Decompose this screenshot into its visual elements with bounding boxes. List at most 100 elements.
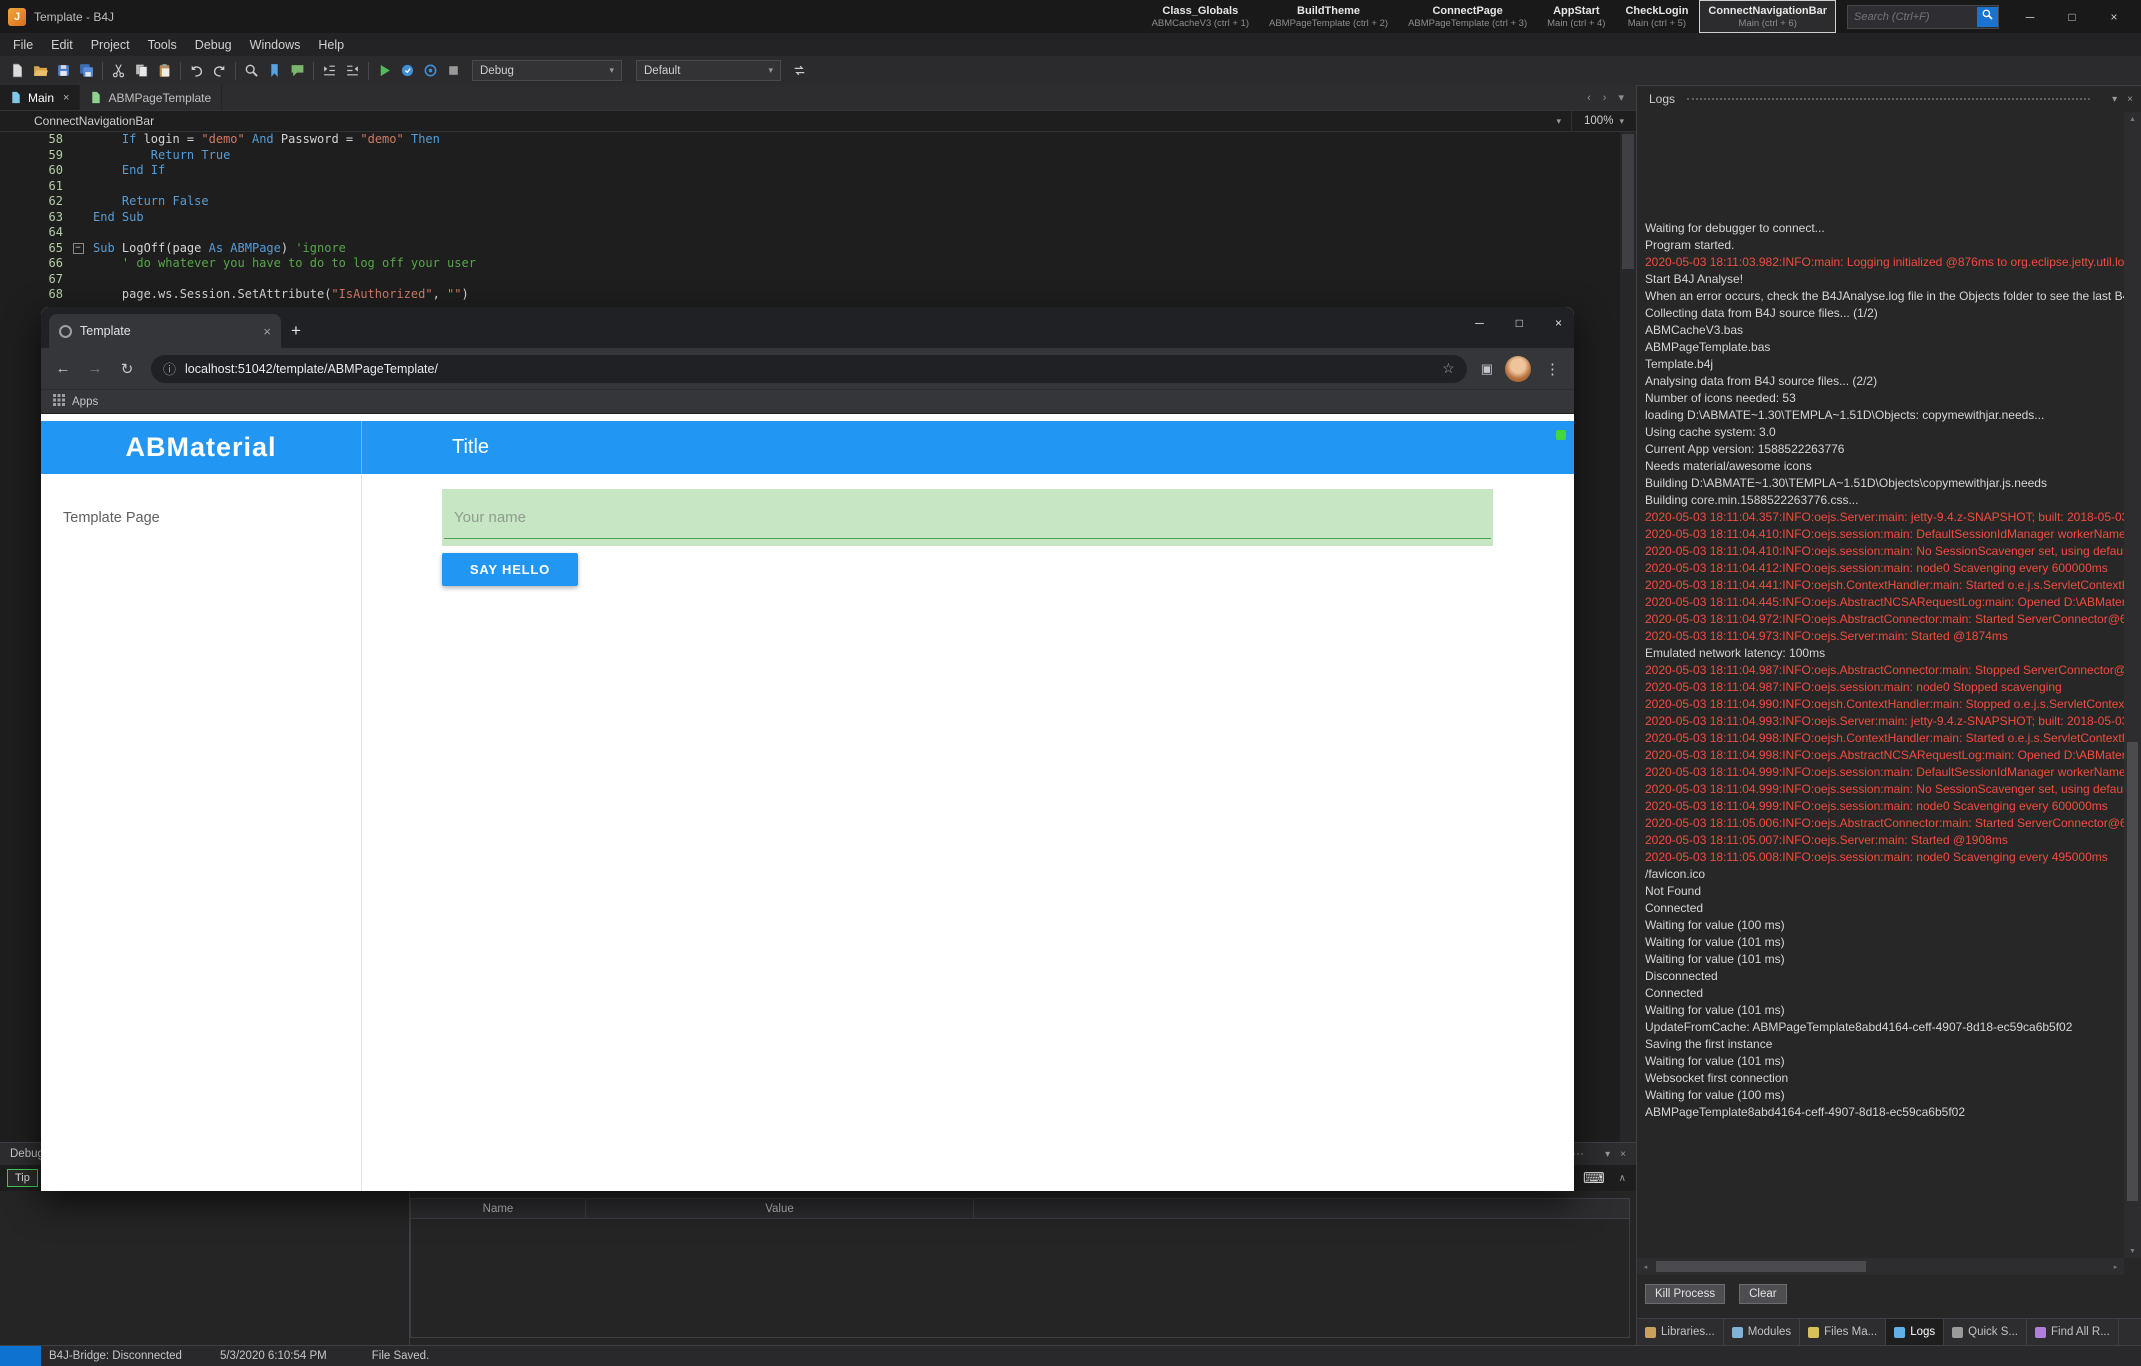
code-text[interactable]: ' do whatever you have to do to log off … [93, 256, 476, 272]
close-tab-icon[interactable]: × [263, 324, 271, 339]
quick-tab-appstart[interactable]: AppStartMain (ctrl + 4) [1538, 0, 1614, 33]
editor-tab-main[interactable]: Main× [0, 85, 80, 110]
search-input[interactable] [1848, 11, 1977, 23]
close-icon[interactable]: × [2093, 10, 2135, 24]
back-icon[interactable]: ← [49, 360, 77, 377]
watch-column-name[interactable]: Name [411, 1199, 586, 1218]
watch-column-value[interactable]: Value [586, 1199, 974, 1218]
panel-tab-quicks[interactable]: Quick S... [1944, 1319, 2027, 1345]
tab-list-icon[interactable]: ▾ [1618, 91, 1624, 104]
stop-icon[interactable] [442, 59, 465, 82]
chevron-up-icon[interactable]: ∧ [1619, 1173, 1626, 1184]
chevron-down-icon[interactable]: ▾ [1605, 1149, 1610, 1160]
undo-icon[interactable] [185, 59, 208, 82]
new-file-icon[interactable] [6, 59, 29, 82]
panel-tab-findallr[interactable]: Find All R... [2027, 1319, 2119, 1345]
scroll-up-icon[interactable]: ▲ [2124, 112, 2141, 126]
site-info-icon[interactable]: ⓘ [163, 359, 176, 378]
logs-output[interactable]: Waiting for debugger to connect...Progra… [1637, 112, 2124, 1258]
code-text[interactable]: Return True [93, 148, 230, 164]
chevron-down-icon[interactable]: ▾ [2112, 94, 2117, 105]
logs-hscroll-thumb[interactable] [1656, 1261, 1866, 1272]
close-icon[interactable]: × [1620, 1149, 1626, 1160]
maximize-icon[interactable]: □ [1516, 316, 1523, 330]
menu-help[interactable]: Help [309, 38, 353, 52]
apps-label[interactable]: Apps [72, 396, 98, 408]
browser-action-icon[interactable]: ▣ [1477, 361, 1497, 377]
forward-icon[interactable]: → [81, 360, 109, 377]
panel-tab-filesma[interactable]: Files Ma... [1800, 1319, 1886, 1345]
code-text[interactable]: page.ws.Session.SetAttribute("IsAuthoriz… [93, 287, 469, 303]
close-tab-icon[interactable]: × [63, 92, 69, 104]
menu-tools[interactable]: Tools [139, 38, 186, 52]
tab-scroll-left-icon[interactable]: ‹ [1587, 92, 1591, 104]
quick-tab-connectpage[interactable]: ConnectPageABMPageTemplate (ctrl + 3) [1399, 0, 1536, 33]
copy-icon[interactable] [130, 59, 153, 82]
comment-icon[interactable] [286, 59, 309, 82]
code-area[interactable]: 58 If login = "demo" And Password = "dem… [0, 132, 1616, 303]
url-text[interactable]: localhost:51042/template/ABMPageTemplate… [185, 362, 438, 376]
bookmark-star-icon[interactable]: ☆ [1442, 360, 1455, 377]
editor-scrollbar[interactable] [1620, 132, 1636, 1142]
rapid-debug-icon[interactable] [396, 59, 419, 82]
sync-icon[interactable] [788, 59, 811, 82]
menu-file[interactable]: File [4, 38, 42, 52]
compile-icon[interactable] [419, 59, 442, 82]
menu-project[interactable]: Project [82, 38, 139, 52]
logs-horizontal-scrollbar[interactable]: ◂ ▸ [1637, 1258, 2124, 1275]
logs-vscroll-thumb[interactable] [2127, 742, 2138, 1200]
site-logo[interactable]: ABMaterial [41, 421, 362, 474]
code-text[interactable]: Return False [93, 194, 209, 210]
new-tab-button[interactable]: + [281, 316, 311, 346]
tip-button[interactable]: Tip [7, 1169, 38, 1187]
search-button[interactable] [1977, 7, 1998, 27]
code-text[interactable]: If login = "demo" And Password = "demo" … [93, 132, 440, 148]
address-bar[interactable]: ⓘ localhost:51042/template/ABMPageTempla… [151, 355, 1467, 383]
clear-button[interactable]: Clear [1739, 1284, 1786, 1304]
code-text[interactable]: End Sub [93, 210, 144, 226]
editor-scrollbar-thumb[interactable] [1622, 134, 1634, 269]
scroll-down-icon[interactable]: ▼ [2124, 1244, 2141, 1258]
logs-vertical-scrollbar[interactable]: ▲ ▼ [2124, 112, 2141, 1258]
save-all-icon[interactable] [75, 59, 98, 82]
close-icon[interactable]: × [2127, 94, 2133, 105]
zoom-select[interactable]: 100% ▾ [1571, 111, 1636, 131]
quick-tab-connectnavigationbar[interactable]: ConnectNavigationBarMain (ctrl + 6) [1699, 0, 1836, 33]
tab-scroll-right-icon[interactable]: › [1603, 92, 1607, 104]
close-icon[interactable]: × [1555, 316, 1562, 330]
menu-windows[interactable]: Windows [241, 38, 310, 52]
logs-panel-header[interactable]: Logs ▾ × [1637, 86, 2141, 112]
say-hello-button[interactable]: SAY HELLO [442, 553, 578, 586]
outdent-icon[interactable] [341, 59, 364, 82]
open-project-icon[interactable] [29, 59, 52, 82]
save-icon[interactable] [52, 59, 75, 82]
minimize-icon[interactable]: ─ [2009, 10, 2051, 24]
panel-tab-logs[interactable]: Logs [1886, 1319, 1944, 1345]
sub-selector[interactable]: ConnectNavigationBar ▾ [0, 111, 1571, 131]
kill-process-button[interactable]: Kill Process [1645, 1284, 1725, 1304]
minimize-icon[interactable]: ─ [1475, 316, 1484, 330]
apps-grid-icon[interactable] [53, 393, 65, 411]
redo-icon[interactable] [208, 59, 231, 82]
panel-tab-libraries[interactable]: Libraries... [1637, 1319, 1724, 1345]
maximize-icon[interactable]: □ [2051, 10, 2093, 24]
indent-icon[interactable] [318, 59, 341, 82]
quick-tab-buildtheme[interactable]: BuildThemeABMPageTemplate (ctrl + 2) [1260, 0, 1397, 33]
quick-tab-checklogin[interactable]: CheckLoginMain (ctrl + 5) [1616, 0, 1697, 33]
panel-drag-handle[interactable] [1687, 98, 2090, 100]
scroll-right-icon[interactable]: ▸ [2107, 1258, 2124, 1275]
bookmark-icon[interactable] [263, 59, 286, 82]
menu-edit[interactable]: Edit [42, 38, 82, 52]
quick-tab-class_globals[interactable]: Class_GlobalsABMCacheV3 (ctrl + 1) [1143, 0, 1258, 33]
editor-tab-abmpagetemplate[interactable]: ABMPageTemplate [80, 85, 222, 110]
build-configuration-select[interactable]: Default ▾ [636, 60, 781, 81]
find-icon[interactable] [240, 59, 263, 82]
keyboard-icon[interactable]: ⌨ [1583, 1169, 1605, 1187]
code-text[interactable]: Sub LogOff(page As ABMPage) 'ignore [93, 241, 346, 257]
panel-tab-modules[interactable]: Modules [1724, 1319, 1800, 1345]
run-icon[interactable] [373, 59, 396, 82]
debug-mode-select[interactable]: Debug ▾ [472, 60, 622, 81]
code-text[interactable]: End If [93, 163, 165, 179]
reload-icon[interactable]: ↻ [113, 360, 141, 378]
browser-menu-icon[interactable]: ⋮ [1539, 360, 1566, 378]
